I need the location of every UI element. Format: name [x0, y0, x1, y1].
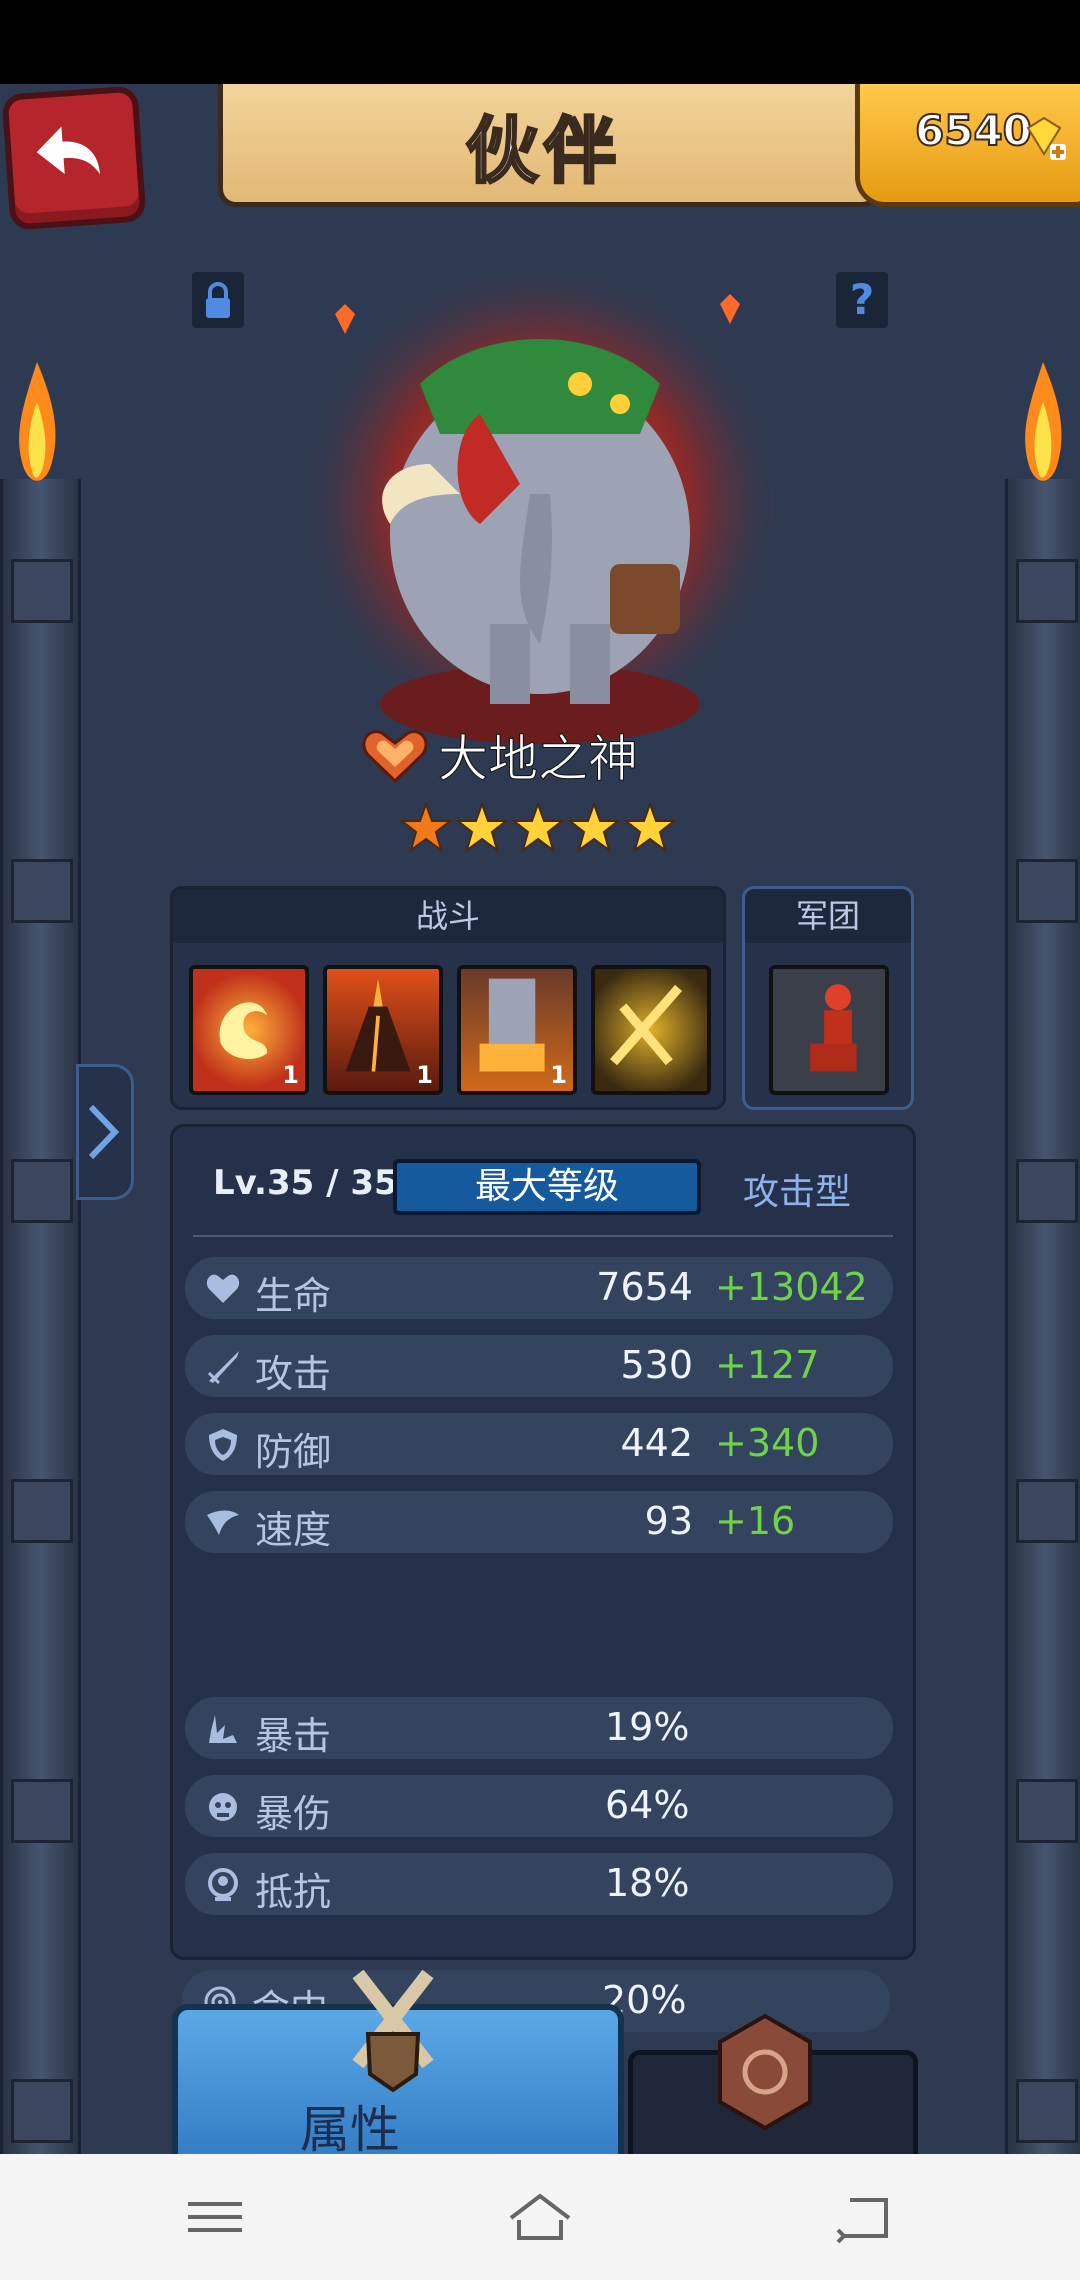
stat-value: 7654 [596, 1265, 693, 1309]
stat-label: 速度 [255, 1508, 332, 1552]
skill-slot-1[interactable]: 1 [189, 965, 309, 1095]
stat-value: 93 [644, 1499, 693, 1543]
side-expand-button[interactable] [76, 1064, 134, 1200]
help-icon[interactable]: ? [836, 272, 888, 328]
stat-bonus: +13042 [715, 1265, 868, 1309]
star-icon [624, 802, 676, 853]
skill-slot-3[interactable]: 1 [457, 965, 577, 1095]
game-screen: 伙伴 6540 ? 大地之神 战斗 1 1 1 军团 Lv.35 / 35 最大… [0, 84, 1080, 2154]
stat-bonus: +340 [715, 1421, 820, 1465]
max-level-badge: 最大等级 [393, 1159, 701, 1215]
stat-row-resist: 抵抗 18% [185, 1853, 893, 1915]
star-icon [512, 802, 564, 853]
skill-slot-4[interactable] [591, 965, 711, 1095]
status-bar [0, 0, 1080, 84]
legion-panel-title: 军团 [745, 889, 911, 943]
resist-icon [208, 1868, 238, 1901]
stat-value: 530 [620, 1343, 693, 1387]
tab-attributes-label: 属性 [300, 2101, 400, 2154]
stat-label: 攻击 [255, 1352, 332, 1396]
warrior-avatar-icon [810, 984, 857, 1072]
home-icon[interactable] [505, 2190, 575, 2244]
back-button[interactable] [1, 85, 147, 231]
right-pillar [1005, 479, 1080, 2154]
diamond-plus-icon[interactable] [1020, 114, 1068, 162]
stat-bonus: +16 [715, 1499, 796, 1543]
hero-portrait [290, 264, 790, 754]
level-label: Lv.35 / 35 [213, 1163, 398, 1203]
stat-label: 暴击 [255, 1714, 332, 1758]
skill-level: 1 [416, 1061, 433, 1089]
stat-row-attack: 攻击 530 +127 [185, 1335, 893, 1397]
back-arrow-icon [36, 126, 100, 175]
combat-panel: 战斗 1 1 1 [170, 886, 726, 1110]
skill-slot-2[interactable]: 1 [323, 965, 443, 1095]
star-icon [400, 802, 452, 853]
menu-icon[interactable] [180, 2190, 250, 2244]
lock-icon[interactable] [192, 272, 244, 328]
legion-panel: 军团 [742, 886, 914, 1110]
stat-row-crit: 暴击 19% [185, 1697, 893, 1759]
rune-stone-icon[interactable] [710, 2012, 820, 2132]
skill-level: 1 [282, 1061, 299, 1089]
stat-label: 抵抗 [255, 1870, 332, 1914]
stat-label: 防御 [255, 1430, 332, 1474]
heart-icon [206, 1274, 240, 1303]
stat-value: 64% [605, 1783, 690, 1827]
stat-value: 19% [605, 1705, 690, 1749]
chevron-right-icon [88, 1104, 120, 1160]
stats-panel: Lv.35 / 35 最大等级 攻击型 生命 7654 +13042 攻击 53… [170, 1124, 916, 1960]
back-nav-icon[interactable] [830, 2190, 900, 2244]
star-icon [456, 802, 508, 853]
page-title: 伙伴 [464, 108, 622, 195]
crossed-swords-shield-icon [352, 1969, 434, 2093]
skill-level: 1 [550, 1061, 567, 1089]
shield-icon [209, 1429, 237, 1461]
stat-value: 442 [620, 1421, 693, 1465]
system-nav-bar [0, 2154, 1080, 2280]
hero-name-row: 大地之神 [360, 722, 639, 789]
stat-row-hp: 生命 7654 +13042 [185, 1257, 893, 1319]
stat-row-speed: 速度 93 +16 [185, 1491, 893, 1553]
right-torch-flame-icon [1025, 362, 1062, 481]
stat-label: 暴伤 [255, 1792, 332, 1836]
crit-icon [209, 1715, 237, 1743]
crit-damage-icon [209, 1793, 237, 1821]
star-icon [568, 802, 620, 853]
hero-type: 攻击型 [743, 1172, 852, 1213]
divider [193, 1235, 893, 1237]
stat-row-defense: 防御 442 +340 [185, 1413, 893, 1475]
stat-label: 生命 [255, 1274, 332, 1318]
stat-value: 18% [605, 1861, 690, 1905]
wing-icon [207, 1510, 239, 1535]
gem-count: 6540 [914, 105, 1033, 156]
combat-panel-title: 战斗 [173, 889, 723, 943]
crossed-swords-skill-icon [610, 984, 683, 1066]
stat-bonus: +127 [715, 1343, 820, 1387]
hero-name: 大地之神 [438, 730, 639, 789]
left-torch-flame-icon [19, 362, 56, 481]
legion-slot[interactable] [769, 965, 889, 1095]
stat-row-crit-damage: 暴伤 64% [185, 1775, 893, 1837]
star-rating [400, 802, 676, 854]
heart-rank-icon [362, 730, 428, 784]
sword-icon [207, 1351, 239, 1385]
left-pillar [0, 479, 81, 2154]
